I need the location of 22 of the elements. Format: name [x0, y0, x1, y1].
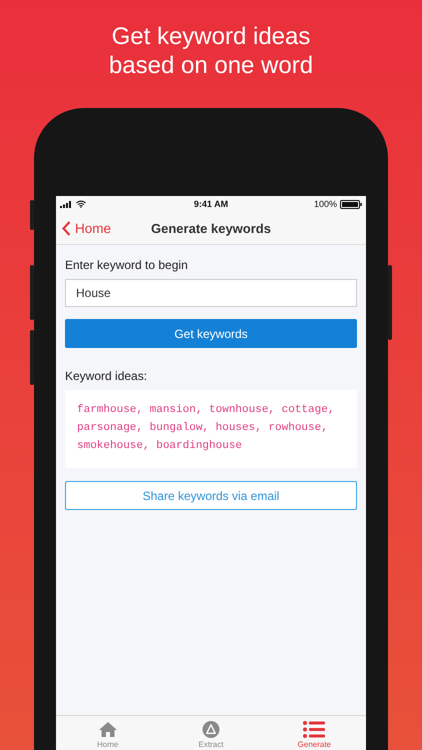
chevron-left-icon	[62, 220, 71, 236]
wifi-icon	[76, 200, 86, 208]
tab-item[interactable]: Generate	[262, 716, 366, 750]
circle-icon	[202, 721, 220, 738]
screen-title: Generate keywords	[151, 220, 271, 236]
results-label: Keyword ideas:	[65, 369, 148, 383]
status-time: 9:41 AM	[194, 199, 228, 209]
tab-item[interactable]: Home	[56, 716, 160, 750]
keyword-input-field[interactable]: House	[65, 279, 357, 307]
battery-percent: 100%	[314, 199, 337, 209]
back-link[interactable]: Home	[62, 212, 112, 244]
share-button[interactable]: Share keywords via email	[65, 481, 357, 510]
field-label: Enter keyword to begin	[65, 258, 189, 272]
get-keywords-button[interactable]: Get keywords	[65, 319, 357, 348]
headline: based on one word	[108, 51, 314, 80]
list-icon	[303, 721, 326, 738]
signal-icon	[60, 200, 73, 208]
battery-icon	[340, 200, 362, 208]
tab-item[interactable]: Extract	[159, 716, 263, 750]
keyword-results: farmhouse, mansion, townhouse, cottage, parsonage, bungalow, houses, rowhouse, smokehouse, boardinghouse	[65, 390, 357, 468]
headline: Get keyword ideas	[110, 22, 312, 51]
house-icon	[98, 721, 118, 738]
